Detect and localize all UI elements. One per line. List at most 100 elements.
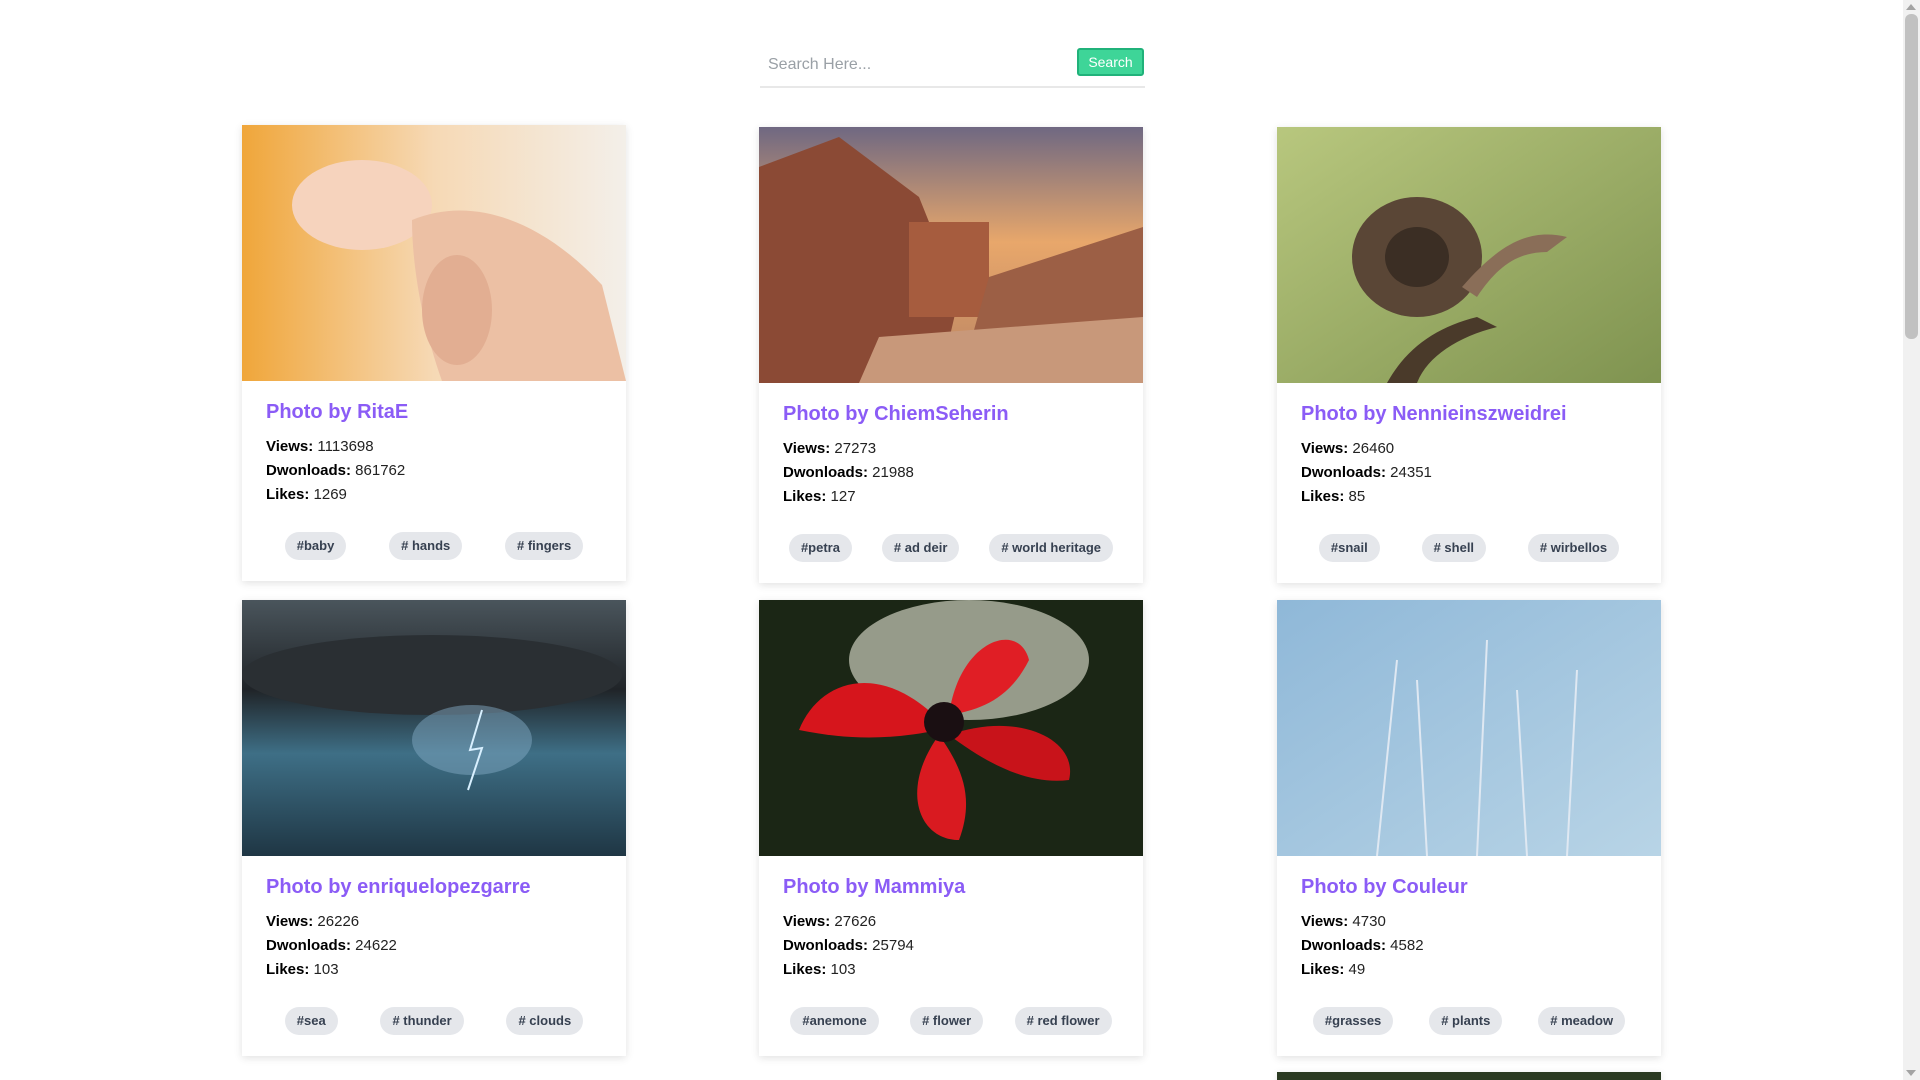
- downloads-label: Dwonloads:: [1301, 464, 1386, 481]
- likes-stat: Likes: 49: [1301, 958, 1637, 982]
- photo-image[interactable]: [242, 600, 626, 856]
- tag-list: #sea # thunder # clouds: [242, 1007, 626, 1035]
- scrollbar-thumb[interactable]: [1905, 14, 1918, 339]
- likes-stat: Likes: 1269: [266, 483, 602, 507]
- tag-chip[interactable]: #grasses: [1312, 1007, 1394, 1035]
- photo-card-partial: [1277, 1072, 1661, 1080]
- views-label: Views:: [1301, 440, 1349, 457]
- tag-chip[interactable]: #anemone: [790, 1007, 879, 1035]
- photo-image[interactable]: [242, 125, 626, 381]
- photo-card: Photo by RitaE Views: 1113698 Dwonloads:…: [242, 125, 626, 581]
- tag-chip[interactable]: #snail: [1318, 534, 1380, 562]
- photo-card: Photo by Mammiya Views: 27626 Dwonloads:…: [759, 600, 1143, 1056]
- scroll-up-icon[interactable]: [1906, 4, 1916, 10]
- downloads-stat: Dwonloads: 861762: [266, 459, 602, 483]
- tag-chip[interactable]: # world heritage: [989, 534, 1114, 562]
- tag-chip[interactable]: # red flower: [1014, 1007, 1112, 1035]
- views-value: 26226: [317, 913, 360, 930]
- tag-chip[interactable]: # wirbellos: [1527, 534, 1620, 562]
- views-value: 27626: [834, 913, 877, 930]
- views-stat: Views: 26460: [1301, 437, 1637, 461]
- card-body: Photo by Nennieinszweidrei Views: 26460 …: [1277, 383, 1661, 583]
- tag-chip[interactable]: #baby: [284, 532, 347, 560]
- photo-card: Photo by enriquelopezgarre Views: 26226 …: [242, 600, 626, 1056]
- photo-card: Photo by Couleur Views: 4730 Dwonloads: …: [1277, 600, 1661, 1056]
- downloads-value: 861762: [355, 462, 406, 479]
- views-value: 26460: [1352, 440, 1395, 457]
- tag-chip[interactable]: # shell: [1421, 534, 1487, 562]
- likes-stat: Likes: 127: [783, 485, 1119, 509]
- card-body: Photo by Mammiya Views: 27626 Dwonloads:…: [759, 856, 1143, 1056]
- card-title[interactable]: Photo by RitaE: [266, 399, 602, 425]
- likes-label: Likes:: [783, 961, 827, 978]
- tag-chip[interactable]: # thunder: [380, 1007, 464, 1035]
- tag-list: #baby # hands # fingers: [242, 532, 626, 560]
- tag-list: #grasses # plants # meadow: [1277, 1007, 1661, 1035]
- views-label: Views:: [783, 913, 831, 930]
- downloads-value: 21988: [872, 464, 914, 481]
- tag-chip[interactable]: # ad deir: [881, 534, 960, 562]
- card-title[interactable]: Photo by Couleur: [1301, 874, 1637, 900]
- views-stat: Views: 26226: [266, 910, 602, 934]
- likes-value: 49: [1348, 961, 1366, 978]
- likes-label: Likes:: [1301, 488, 1345, 505]
- downloads-label: Dwonloads:: [266, 937, 351, 954]
- likes-stat: Likes: 85: [1301, 485, 1637, 509]
- tag-chip[interactable]: # fingers: [505, 532, 584, 560]
- downloads-value: 24622: [355, 937, 397, 954]
- views-label: Views:: [1301, 913, 1349, 930]
- search-input[interactable]: [760, 48, 1060, 82]
- downloads-stat: Dwonloads: 24622: [266, 934, 602, 958]
- views-label: Views:: [266, 913, 314, 930]
- views-stat: Views: 27273: [783, 437, 1119, 461]
- tag-chip[interactable]: # hands: [389, 532, 463, 560]
- downloads-value: 4582: [1390, 937, 1424, 954]
- likes-value: 85: [1348, 488, 1366, 505]
- downloads-label: Dwonloads:: [266, 462, 351, 479]
- likes-value: 103: [313, 961, 339, 978]
- scroll-down-icon[interactable]: [1906, 1070, 1916, 1076]
- card-body: Photo by enriquelopezgarre Views: 26226 …: [242, 856, 626, 1056]
- views-label: Views:: [266, 438, 314, 455]
- card-title[interactable]: Photo by ChiemSeherin: [783, 401, 1119, 427]
- likes-value: 1269: [313, 486, 347, 503]
- downloads-value: 25794: [872, 937, 914, 954]
- likes-value: 103: [830, 961, 856, 978]
- search-button[interactable]: Search: [1077, 48, 1144, 76]
- card-title[interactable]: Photo by enriquelopezgarre: [266, 874, 602, 900]
- views-value: 1113698: [317, 438, 374, 455]
- photo-image[interactable]: [1277, 600, 1661, 856]
- photo-image[interactable]: [759, 600, 1143, 856]
- views-label: Views:: [783, 440, 831, 457]
- likes-label: Likes:: [783, 488, 827, 505]
- likes-label: Likes:: [266, 486, 310, 503]
- card-title[interactable]: Photo by Mammiya: [783, 874, 1119, 900]
- tag-chip[interactable]: #petra: [788, 534, 852, 562]
- photo-card: Photo by ChiemSeherin Views: 27273 Dwonl…: [759, 127, 1143, 583]
- card-body: Photo by RitaE Views: 1113698 Dwonloads:…: [242, 381, 626, 581]
- downloads-stat: Dwonloads: 4582: [1301, 934, 1637, 958]
- views-value: 27273: [834, 440, 877, 457]
- downloads-stat: Dwonloads: 21988: [783, 461, 1119, 485]
- tag-chip[interactable]: # clouds: [506, 1007, 584, 1035]
- views-value: 4730: [1352, 913, 1386, 930]
- tag-chip[interactable]: # meadow: [1538, 1007, 1626, 1035]
- downloads-stat: Dwonloads: 24351: [1301, 461, 1637, 485]
- downloads-label: Dwonloads:: [1301, 937, 1386, 954]
- tag-chip[interactable]: # plants: [1429, 1007, 1503, 1035]
- likes-label: Likes:: [266, 961, 310, 978]
- likes-stat: Likes: 103: [266, 958, 602, 982]
- card-title[interactable]: Photo by Nennieinszweidrei: [1301, 401, 1637, 427]
- downloads-value: 24351: [1390, 464, 1432, 481]
- photo-image[interactable]: [1277, 127, 1661, 383]
- views-stat: Views: 4730: [1301, 910, 1637, 934]
- tag-chip[interactable]: #sea: [284, 1007, 338, 1035]
- photo-image[interactable]: [759, 127, 1143, 383]
- downloads-label: Dwonloads:: [783, 464, 868, 481]
- photo-card: Photo by Nennieinszweidrei Views: 26460 …: [1277, 127, 1661, 583]
- tag-chip[interactable]: # flower: [910, 1007, 984, 1035]
- tag-list: #petra # ad deir # world heritage: [759, 534, 1143, 562]
- views-stat: Views: 27626: [783, 910, 1119, 934]
- card-body: Photo by Couleur Views: 4730 Dwonloads: …: [1277, 856, 1661, 1056]
- card-body: Photo by ChiemSeherin Views: 27273 Dwonl…: [759, 383, 1143, 583]
